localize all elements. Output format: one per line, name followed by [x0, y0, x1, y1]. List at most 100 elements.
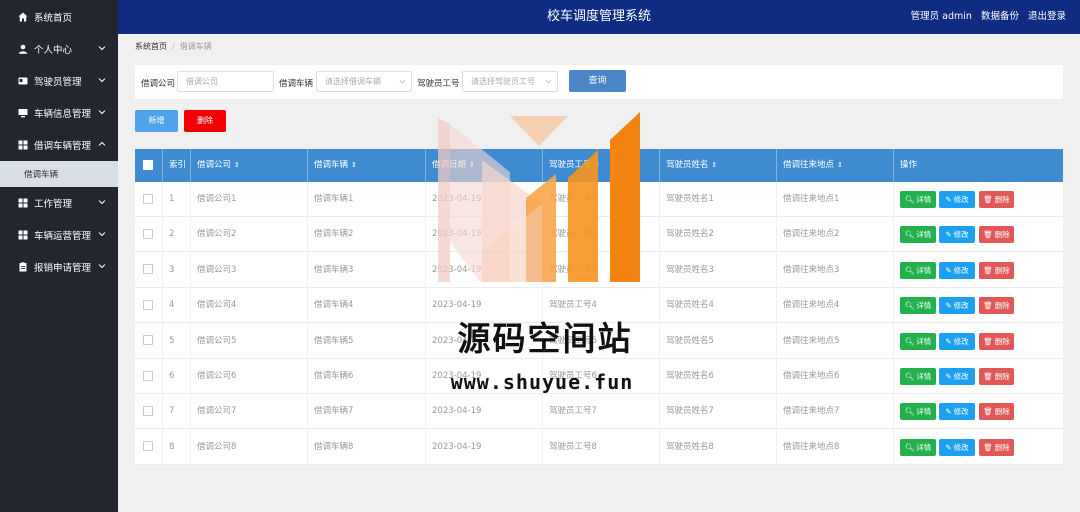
detail-button[interactable]: 🔍︎ 详情	[900, 332, 936, 350]
sidebar-subitem-loan-vehicle[interactable]: 借调车辆	[0, 161, 118, 187]
sidebar-item-profile[interactable]: 个人中心	[0, 33, 118, 65]
edit-button[interactable]: ✎ 修改	[939, 191, 975, 208]
company-input[interactable]: 借调公司	[177, 71, 274, 92]
logout-link[interactable]: 退出登录	[1028, 11, 1066, 22]
edit-button[interactable]: ✎ 修改	[939, 438, 975, 456]
sidebar-item-label: 报销申请管理	[34, 263, 92, 274]
checkbox[interactable]	[143, 159, 153, 170]
sidebar-item-label: 借调车辆管理	[34, 141, 92, 152]
checkbox[interactable]	[143, 441, 153, 452]
breadcrumb-home[interactable]: 系统首页	[135, 42, 167, 51]
row-select[interactable]	[135, 288, 163, 324]
detail-button[interactable]: 🔍︎ 详情	[900, 191, 936, 208]
driver-select[interactable]: 请选择驾驶员工号	[462, 71, 558, 92]
sort-icon[interactable]: ⇕	[712, 161, 718, 169]
table-cell: 驾驶员姓名6	[660, 359, 777, 394]
delete-button[interactable]: 🗑︎ 删除	[979, 297, 1014, 315]
sidebar-item-drivers[interactable]: 驾驶员管理	[0, 65, 118, 97]
detail-button[interactable]: 🔍︎ 详情	[900, 261, 936, 279]
sidebar-item-home[interactable]: 系统首页	[0, 0, 118, 33]
trash-icon: 🗑︎	[983, 336, 993, 346]
driver-select-placeholder: 请选择驾驶员工号	[471, 77, 535, 86]
edit-button[interactable]: ✎ 修改	[939, 261, 975, 279]
watermark-url: www.shuyue.fun	[450, 370, 634, 394]
table-cell: 驾驶员工号3	[543, 252, 660, 288]
row-select[interactable]	[135, 429, 163, 465]
header-index: 索引	[163, 149, 191, 182]
delete-button[interactable]: 🗑︎ 删除	[979, 438, 1014, 456]
edit-button[interactable]: ✎ 修改	[939, 297, 975, 315]
header-company[interactable]: 借调公司 ⇕	[191, 149, 308, 182]
table-cell: 借调车辆6	[308, 359, 426, 394]
add-button[interactable]: 新增	[135, 110, 178, 132]
pencil-icon: ✎	[945, 195, 952, 204]
header-vehicle[interactable]: 借调车辆 ⇕	[308, 149, 426, 182]
edit-button[interactable]: ✎ 修改	[939, 332, 975, 350]
table-header: 索引 借调公司 ⇕ 借调车辆 ⇕ 借调日期 ⇕ 驾驶员工号 ⇕ 驾驶员姓名 ⇕ 借调往来地…	[135, 149, 1063, 182]
detail-button[interactable]: 🔍︎ 详情	[900, 226, 936, 244]
detail-button[interactable]: 🔍︎ 详情	[900, 368, 936, 385]
edit-button[interactable]: ✎ 修改	[939, 226, 975, 244]
checkbox[interactable]	[143, 264, 153, 275]
query-button[interactable]: 查询	[569, 70, 626, 92]
sort-icon[interactable]: ⇕	[595, 161, 601, 169]
delete-label: 删除	[994, 336, 1010, 346]
header-driver-id[interactable]: 驾驶员工号 ⇕	[543, 149, 660, 182]
table-cell: 借调车辆5	[308, 323, 426, 359]
row-select[interactable]	[135, 182, 163, 217]
detail-button[interactable]: 🔍︎ 详情	[900, 297, 936, 315]
table-cell: 驾驶员姓名4	[660, 288, 777, 324]
edit-button[interactable]: ✎ 修改	[939, 368, 975, 385]
sort-icon[interactable]: ⇕	[469, 161, 475, 169]
search-icon: 🔍︎	[904, 407, 915, 417]
header-location[interactable]: 借调往来地点 ⇕	[777, 149, 894, 182]
table-row: 2 借调公司2 借调车辆2 2023-04-19 驾驶员工号2 驾驶员姓名2 借调往来地点2…	[135, 217, 1063, 253]
checkbox[interactable]	[143, 370, 153, 381]
chevron-down-icon	[98, 78, 106, 83]
edit-button[interactable]: ✎ 修改	[939, 403, 975, 421]
header-driver-name[interactable]: 驾驶员姓名 ⇕	[660, 149, 777, 182]
header-actions: 操作	[900, 160, 918, 170]
delete-button[interactable]: 🗑︎ 删除	[979, 226, 1014, 244]
detail-label: 详情	[916, 442, 932, 452]
row-select[interactable]	[135, 394, 163, 430]
detail-button[interactable]: 🔍︎ 详情	[900, 403, 936, 421]
bulk-delete-button[interactable]: 删除	[184, 110, 226, 132]
checkbox[interactable]	[143, 335, 153, 346]
sort-icon[interactable]: ⇕	[351, 161, 357, 169]
pencil-icon: ✎	[945, 301, 952, 311]
sidebar-item-work[interactable]: 工作管理	[0, 187, 118, 219]
home-icon	[17, 11, 28, 22]
checkbox[interactable]	[143, 405, 153, 416]
sort-icon[interactable]: ⇕	[234, 161, 240, 169]
sidebar-item-operations[interactable]: 车辆运营管理	[0, 219, 118, 251]
table-cell: 借调公司5	[191, 323, 308, 359]
sidebar-item-label: 工作管理	[34, 199, 73, 210]
sort-icon[interactable]: ⇕	[837, 161, 843, 169]
header-date[interactable]: 借调日期 ⇕	[426, 149, 543, 182]
backup-link[interactable]: 数据备份	[981, 11, 1019, 22]
delete-button[interactable]: 🗑︎ 删除	[979, 191, 1014, 208]
company-label: 借调公司	[141, 79, 176, 89]
delete-button[interactable]: 🗑︎ 删除	[979, 368, 1014, 385]
header-select-all[interactable]	[135, 149, 163, 182]
delete-button[interactable]: 🗑︎ 删除	[979, 332, 1014, 350]
delete-button[interactable]: 🗑︎ 删除	[979, 403, 1014, 421]
table-cell: 借调公司2	[191, 217, 308, 253]
checkbox[interactable]	[143, 193, 153, 204]
checkbox[interactable]	[143, 299, 153, 310]
sidebar-item-loan-vehicles[interactable]: 借调车辆管理	[0, 129, 118, 161]
detail-button[interactable]: 🔍︎ 详情	[900, 438, 936, 456]
row-select[interactable]	[135, 252, 163, 288]
pencil-icon: ✎	[945, 336, 952, 346]
sidebar-item-reimbursement[interactable]: 报销申请管理	[0, 251, 118, 283]
sidebar-item-vehicles[interactable]: 车辆信息管理	[0, 97, 118, 129]
row-select[interactable]	[135, 323, 163, 359]
vehicle-select[interactable]: 请选择借调车辆	[316, 71, 412, 92]
sidebar-item-label: 车辆运营管理	[34, 231, 92, 242]
row-select[interactable]	[135, 359, 163, 394]
delete-button[interactable]: 🗑︎ 删除	[979, 261, 1014, 279]
checkbox[interactable]	[143, 228, 153, 239]
header-label: 借调往来地点	[783, 160, 835, 170]
row-select[interactable]	[135, 217, 163, 253]
